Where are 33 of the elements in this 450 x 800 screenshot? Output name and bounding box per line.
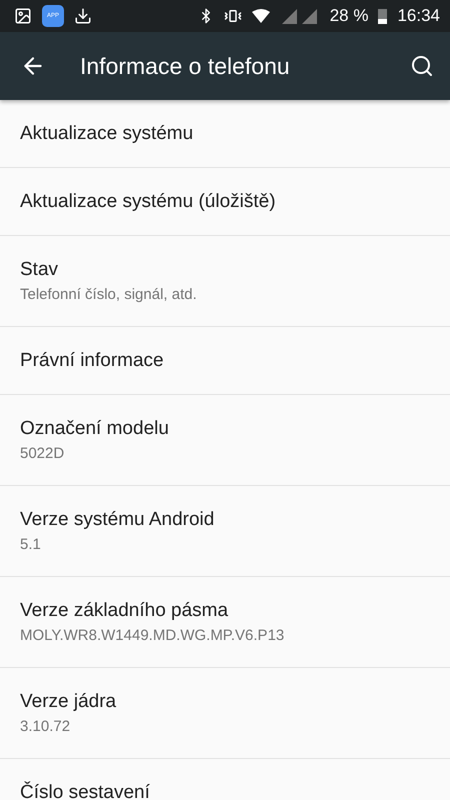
vibrate-icon	[224, 7, 242, 25]
item-title: Verze systému Android	[20, 509, 216, 531]
wifi-icon	[252, 9, 270, 23]
settings-item[interactable]: Stav Telefonní číslo, signál, atd.	[0, 236, 450, 327]
item-title: Aktualizace systému	[20, 122, 194, 144]
item-title: Právní informace	[20, 350, 165, 372]
item-summary: Telefonní číslo, signál, atd.	[20, 286, 198, 303]
search-button[interactable]	[410, 54, 434, 78]
settings-item[interactable]: Označení modelu 5022D	[0, 395, 450, 486]
item-summary: 5022D	[20, 445, 66, 462]
item-title: Číslo sestavení	[20, 782, 151, 800]
battery-icon	[378, 8, 388, 24]
item-title: Označení modelu	[20, 418, 170, 440]
item-title: Stav	[20, 259, 60, 281]
settings-item[interactable]: Číslo sestavení	[0, 759, 450, 800]
clock: 16:34	[397, 6, 440, 26]
settings-item[interactable]: Verze systému Android 5.1	[0, 486, 450, 577]
image-icon	[14, 7, 32, 25]
item-title: Aktualizace systému (úložiště)	[20, 190, 277, 212]
item-summary: MOLY.WR8.W1449.MD.WG.MP.V6.P13	[20, 627, 286, 644]
settings-item[interactable]: Aktualizace systému (úložiště)	[0, 168, 450, 236]
settings-item[interactable]: Verze základního pásma MOLY.WR8.W1449.MD.WG.MP.V6.P13	[0, 577, 450, 668]
settings-item[interactable]: Aktualizace systému	[0, 100, 450, 168]
screen-title: Informace o telefonu	[80, 52, 291, 80]
item-summary: 3.10.72	[20, 718, 72, 735]
battery-percent: 28 %	[330, 6, 368, 26]
no-signal-icon	[280, 8, 320, 24]
settings-item[interactable]: Verze jádra 3.10.72	[0, 668, 450, 759]
download-icon	[74, 7, 92, 25]
item-summary: 5.1	[20, 536, 42, 553]
item-title: Verze jádra	[20, 691, 118, 713]
item-title: Verze základního pásma	[20, 600, 230, 622]
settings-item[interactable]: Právní informace	[0, 327, 450, 395]
